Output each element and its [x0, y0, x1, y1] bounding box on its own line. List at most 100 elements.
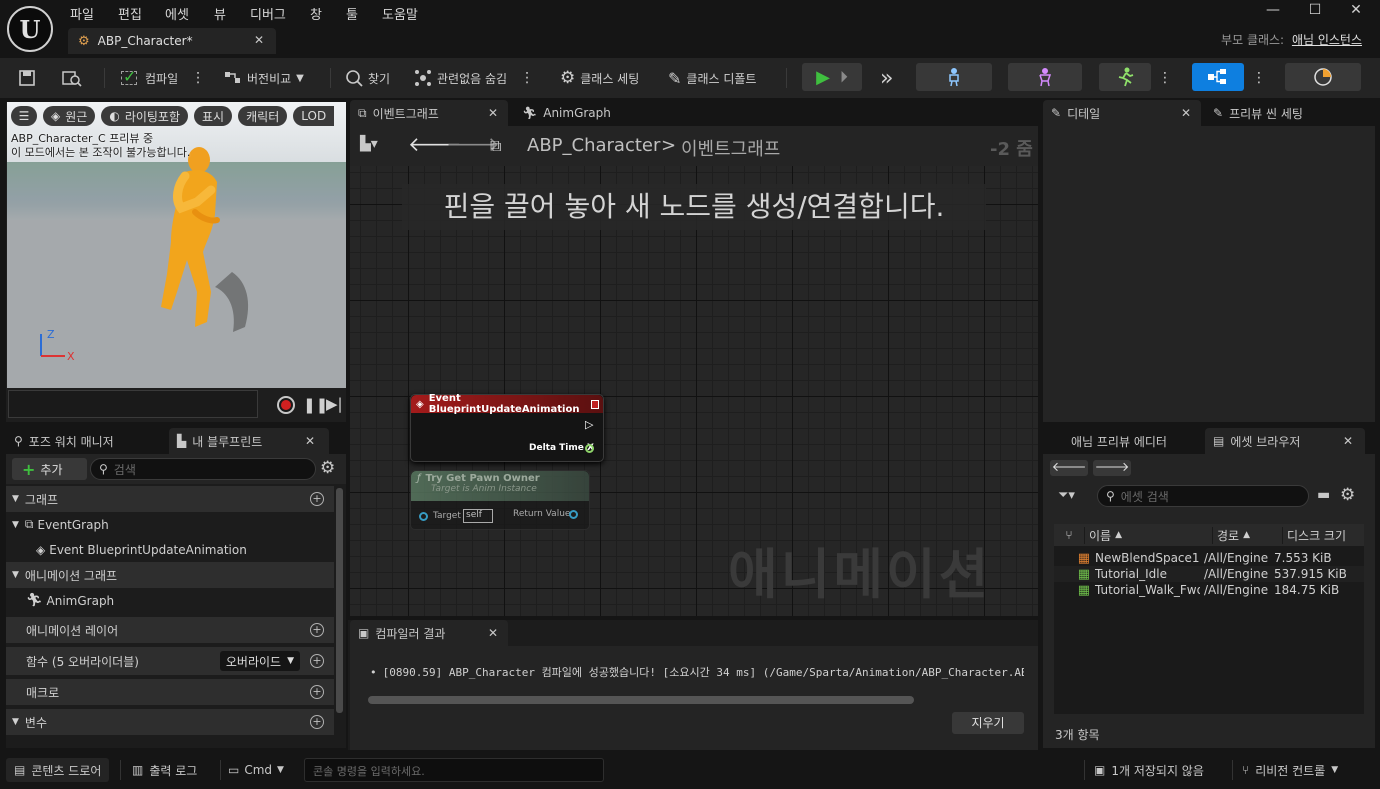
document-tab[interactable]: ⚙ ABP_Character* ✕ [68, 28, 276, 54]
add-button[interactable]: + 추가 [12, 458, 87, 480]
asset-search-input[interactable]: ⚲ 에셋 검색 [1097, 485, 1309, 507]
content-drawer-button[interactable]: ▤ 콘텐츠 드로어 [6, 758, 110, 782]
return-value-pin[interactable] [569, 510, 578, 519]
back-arrow-icon[interactable]: 🡐 [1050, 460, 1088, 476]
section-graphs[interactable]: ▼ 그래프 + [6, 486, 334, 512]
timeline-scrubber[interactable] [8, 390, 258, 418]
scrollbar[interactable] [336, 488, 343, 713]
gear-icon[interactable]: ⚙ [320, 458, 335, 478]
section-functions[interactable]: 함수 (5 오버라이더블) 오버라이드 ▼ + [6, 647, 334, 675]
tab-my-blueprint[interactable]: ▙ 내 블루프린트 ✕ [169, 428, 329, 454]
column-path[interactable]: 경로 ▲ [1212, 526, 1282, 544]
lit-mode-button[interactable]: ◐ 라이팅포함 [101, 106, 189, 126]
tree-item-event-graph[interactable]: ▼ ⧉ EventGraph [6, 512, 334, 537]
menu-asset[interactable]: 에셋 [165, 4, 189, 23]
step-forward-button[interactable]: ▶| [326, 395, 343, 413]
menu-view[interactable]: 뷰 [214, 4, 226, 23]
minimize-icon[interactable]: — [1258, 2, 1288, 22]
diff-button[interactable]: 버전비교 ▼ [224, 64, 304, 92]
tree-item-anim-graph[interactable]: 🏃︎ AnimGraph [6, 588, 334, 613]
play-button[interactable]: ▶ ⏵ [802, 63, 862, 91]
column-name[interactable]: 이름 ▲ [1084, 526, 1212, 544]
unsaved-assets-button[interactable]: ▣ 1개 저장되지 않음 [1094, 758, 1204, 782]
breadcrumb-root[interactable]: ABP_Character [527, 135, 660, 156]
close-icon[interactable]: ✕ [1343, 434, 1353, 448]
graph-canvas[interactable]: 핀을 끌어 놓아 새 노드를 생성/연결합니다. 애니메이션 ◈ Event B… [350, 166, 1038, 616]
unreal-logo-icon[interactable]: U [7, 6, 53, 52]
skip-forward-button[interactable]: » [880, 64, 893, 92]
close-window-icon[interactable]: ✕ [1341, 2, 1371, 22]
gear-icon[interactable]: ⚙ [1340, 485, 1355, 505]
menu-debug[interactable]: 디버그 [250, 4, 286, 23]
viewport-scene[interactable]: ABP_Character_C 프리뷰 중 이 모드에서는 본 조작이 불가능합… [7, 102, 346, 388]
character-button[interactable]: 캐릭터 [238, 106, 288, 126]
browse-button[interactable] [62, 64, 82, 92]
horizontal-scrollbar[interactable] [368, 696, 914, 704]
pause-button[interactable]: ❚❚ [303, 396, 328, 414]
console-input[interactable]: 콘솔 명령을 입력하세요. [304, 758, 604, 782]
column-size[interactable]: 디스크 크기 [1282, 526, 1364, 544]
folder-icon[interactable]: ▬ [1317, 487, 1330, 503]
menu-tools[interactable]: 툴 [346, 4, 358, 23]
find-button[interactable]: 찾기 [345, 64, 390, 92]
table-row[interactable]: ▦ Tutorial_Walk_Fwd /All/Engine 184.75 K… [1054, 582, 1364, 598]
revision-control-button[interactable]: ⑂ 리비전 컨트롤 ▼ [1242, 758, 1338, 782]
compile-button[interactable]: ✓ 컴파일 ⋮ [120, 64, 205, 92]
tab-preview-scene[interactable]: ✎ 프리뷰 씬 세팅 [1205, 100, 1371, 126]
physics-mode-button[interactable] [1285, 63, 1361, 91]
mesh-mode-button[interactable] [1008, 63, 1082, 91]
hide-unrelated-button[interactable]: 관련없음 숨김 ⋮ [414, 64, 534, 92]
section-anim-graphs[interactable]: ▼ 애니메이션 그래프 [6, 562, 334, 588]
section-variables[interactable]: ▼ 변수 + [6, 709, 334, 735]
delta-time-pin[interactable] [585, 444, 594, 453]
tab-anim-preview-editor[interactable]: 애님 프리뷰 에디터 [1063, 428, 1203, 454]
menu-window[interactable]: 창 [310, 4, 322, 23]
tree-item-event-node[interactable]: ◈ Event BlueprintUpdateAnimation [6, 537, 334, 562]
perspective-button[interactable]: ◈ 원근 [43, 106, 96, 126]
delegate-pin-icon[interactable] [591, 399, 599, 409]
tab-pose-watch[interactable]: ⚲ 포즈 워치 매니저 [6, 428, 169, 454]
override-dropdown[interactable]: 오버라이드 ▼ [219, 651, 300, 671]
menu-help[interactable]: 도움말 [382, 4, 418, 23]
search-input[interactable]: ⚲ 검색 [90, 458, 316, 480]
class-settings-button[interactable]: ⚙ 클래스 세팅 [560, 64, 639, 92]
record-button[interactable] [277, 396, 295, 414]
tab-anim-graph[interactable]: 🏃︎ AnimGraph [514, 100, 654, 126]
skeleton-mode-button[interactable] [916, 63, 992, 91]
add-variable-icon[interactable]: + [310, 715, 324, 729]
maximize-icon[interactable]: ☐ [1300, 2, 1330, 22]
forward-arrow-icon[interactable]: 🡒 [1093, 460, 1131, 476]
cmd-dropdown[interactable]: ▭ Cmd ▼ [224, 758, 288, 782]
parent-class-link[interactable]: 애님 인스턴스 [1292, 33, 1362, 47]
filter-dropdown-icon[interactable]: ⏷▾ [1058, 488, 1075, 503]
lod-button[interactable]: LOD [293, 106, 335, 126]
tab-asset-browser[interactable]: ▤ 에셋 브라우저 ✕ [1205, 428, 1365, 454]
kebab-menu-icon[interactable]: ⋮ [1158, 64, 1172, 92]
close-icon[interactable]: ✕ [254, 33, 264, 47]
table-row[interactable]: ▦ NewBlendSpace1D /All/Engine 7.553 KiB [1054, 550, 1364, 566]
output-log-button[interactable]: ▥ 출력 로그 [124, 758, 205, 782]
add-layer-icon[interactable]: + [310, 623, 324, 637]
save-button[interactable] [18, 64, 36, 92]
tab-compiler-results[interactable]: ▣ 컴파일러 결과 ✕ [350, 620, 508, 646]
class-defaults-button[interactable]: ✎ 클래스 디폴트 [668, 64, 756, 92]
event-blueprint-update-node[interactable]: ◈ Event BlueprintUpdateAnimation ▷ Delta… [410, 393, 604, 462]
close-icon[interactable]: ✕ [1181, 106, 1191, 120]
section-macros[interactable]: 매크로 + [6, 679, 334, 705]
tab-event-graph[interactable]: ⧉ 이벤트그래프 ✕ [350, 100, 508, 126]
try-get-pawn-owner-node[interactable]: ƒ Try Get Pawn Owner Target is Anim Inst… [410, 470, 590, 530]
bookmark-dropdown-icon[interactable]: ▙▾ [360, 136, 378, 152]
kebab-menu-icon[interactable]: ⋮ [1252, 64, 1266, 92]
table-row[interactable]: ▦ Tutorial_Idle /All/Engine 537.915 KiB [1054, 566, 1364, 582]
clear-button[interactable]: 지우기 [952, 712, 1024, 734]
add-function-icon[interactable]: + [310, 654, 324, 668]
section-anim-layers[interactable]: 애니메이션 레이어 + [6, 617, 334, 643]
target-pin[interactable] [419, 512, 428, 521]
add-macro-icon[interactable]: + [310, 685, 324, 699]
kebab-menu-icon[interactable]: ⋮ [520, 70, 534, 86]
menu-file[interactable]: 파일 [70, 4, 94, 23]
close-icon[interactable]: ✕ [488, 106, 498, 120]
menu-edit[interactable]: 편집 [118, 4, 142, 23]
animation-mode-button[interactable] [1099, 63, 1151, 91]
exec-pin-icon[interactable]: ▷ [585, 418, 593, 431]
